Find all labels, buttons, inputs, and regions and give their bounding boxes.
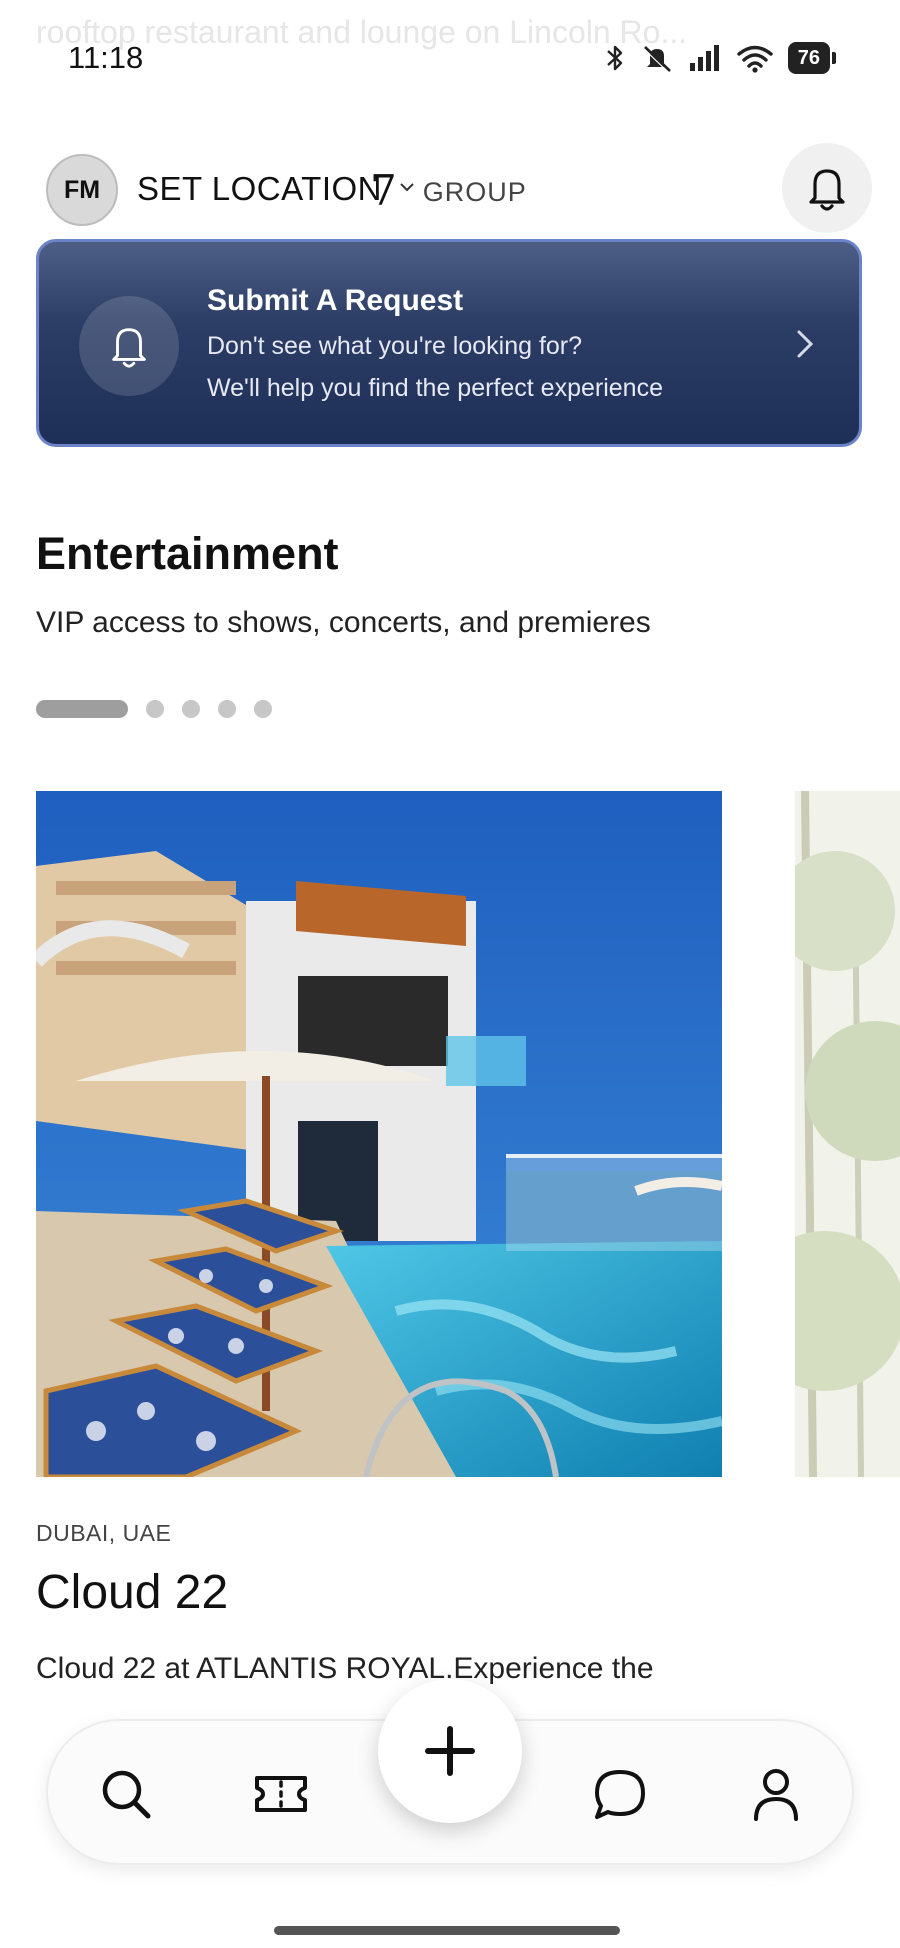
set-location-button[interactable]: SET LOCATION	[137, 170, 382, 208]
ticket-icon	[255, 1776, 307, 1812]
brand-logo-mark: 7	[370, 166, 397, 215]
mute-icon	[643, 46, 671, 74]
next-venue-photo[interactable]	[795, 791, 900, 1477]
request-subtitle-line2: We'll help you find the perfect experien…	[207, 374, 663, 402]
next-venue-photo-illustration	[795, 791, 900, 1477]
pagination-dot-active[interactable]	[36, 700, 128, 718]
nav-search[interactable]	[91, 1759, 161, 1829]
request-title: Submit A Request	[207, 284, 464, 317]
bell-icon	[112, 328, 146, 368]
add-icon	[425, 1726, 475, 1776]
pagination-dot[interactable]	[254, 700, 272, 718]
pagination-dot[interactable]	[182, 700, 200, 718]
header: FM SET LOCATION 7 GROUP	[0, 140, 900, 240]
bluetooth-icon	[606, 45, 622, 71]
add-button[interactable]	[378, 1679, 522, 1823]
search-icon	[102, 1770, 151, 1819]
bell-icon	[809, 169, 845, 211]
chevron-down-icon[interactable]	[399, 177, 415, 198]
chat-icon	[595, 1770, 645, 1819]
notifications-button[interactable]	[782, 143, 872, 233]
battery-icon: 76	[787, 42, 837, 74]
request-subtitle-line1: Don't see what you're looking for?	[207, 332, 583, 360]
profile-icon	[754, 1769, 798, 1821]
wifi-icon	[737, 45, 773, 73]
signal-icon	[689, 45, 719, 71]
brand-logo: 7 GROUP	[370, 162, 527, 212]
status-time: 11:18	[68, 40, 144, 75]
request-bell-badge	[79, 296, 179, 396]
venue-photo[interactable]	[36, 791, 722, 1477]
chevron-right-icon	[795, 328, 815, 365]
nav-tickets[interactable]	[246, 1759, 316, 1829]
venue-photo-illustration	[36, 791, 722, 1477]
avatar[interactable]: FM	[46, 154, 118, 226]
venue-description: Cloud 22 at ATLANTIS ROYAL.Experience th…	[36, 1652, 654, 1685]
status-bar: 11:18 76	[0, 0, 900, 110]
pagination-dot[interactable]	[146, 700, 164, 718]
pagination-dot[interactable]	[218, 700, 236, 718]
section-subtitle: VIP access to shows, concerts, and premi…	[36, 606, 651, 639]
venue-location: DUBAI, UAE	[36, 1520, 172, 1546]
home-indicator[interactable]	[274, 1926, 620, 1935]
submit-request-card[interactable]: Submit A Request Don't see what you're l…	[36, 239, 862, 447]
nav-chat[interactable]	[585, 1759, 655, 1829]
status-icons: 76	[604, 42, 837, 74]
venue-title[interactable]: Cloud 22	[36, 1565, 228, 1620]
brand-group-text: GROUP	[422, 177, 527, 207]
nav-profile[interactable]	[741, 1759, 811, 1829]
section-title: Entertainment	[36, 528, 339, 579]
carousel-pagination	[36, 700, 272, 718]
